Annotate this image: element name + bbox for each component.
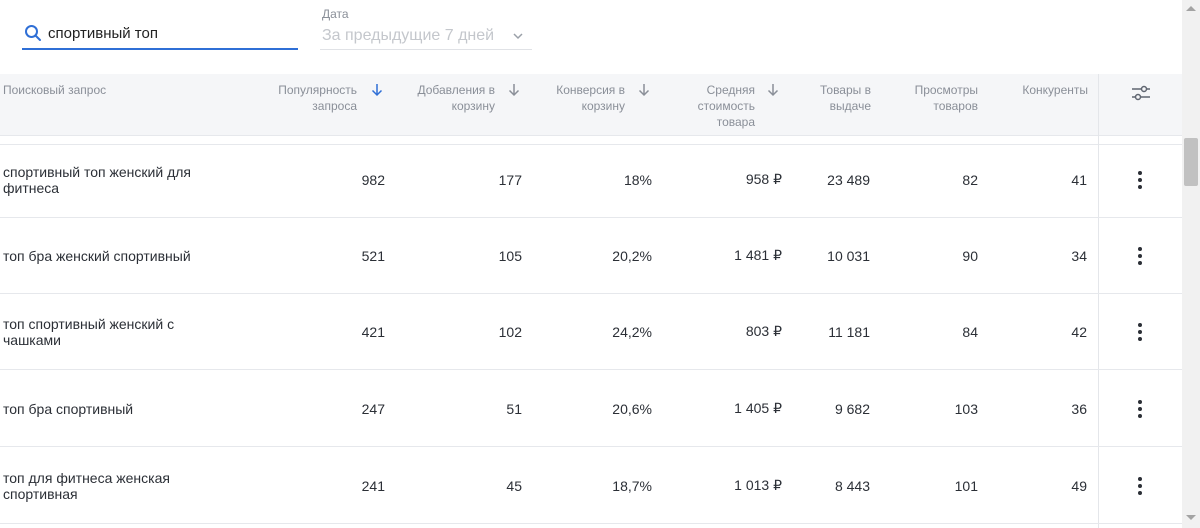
cell-cart-conversion: 20,6% [612, 400, 652, 417]
cell-cart-conversion: 18% [623, 171, 652, 188]
cell-avg-price: 1 013 ₽ [734, 477, 782, 493]
cell-query: топ для фитнеса женская спортивная [3, 469, 170, 502]
cell-avg-price: 803 ₽ [745, 323, 782, 339]
cell-popularity: 982 [361, 171, 385, 188]
date-select[interactable]: За предыдущие 7 дней [320, 22, 532, 50]
cell-competitors: 42 [1071, 323, 1087, 340]
cell-cart-conversion: 24,2% [612, 323, 652, 340]
cell-query: топ бра женский спортивный [3, 247, 191, 264]
table-row[interactable]: топ спортивный женский с чашками 421 102… [0, 294, 1182, 370]
cell-popularity: 241 [361, 477, 385, 494]
cell-cart-conversion: 18,7% [612, 477, 652, 494]
cell-views: 101 [954, 477, 978, 494]
cell-cart-adds: 45 [506, 477, 522, 494]
more-options-icon[interactable] [1134, 246, 1146, 266]
cell-views: 82 [962, 171, 978, 188]
table-row[interactable]: топ бра женский спортивный 521 105 20,2%… [0, 218, 1182, 294]
cell-products: 9 682 [834, 400, 870, 417]
column-header-products: Товары в выдаче [820, 83, 871, 113]
cell-products: 11 181 [828, 323, 870, 340]
sort-arrow-down-icon[interactable] [507, 83, 521, 97]
cell-cart-adds: 105 [498, 247, 522, 264]
more-options-icon[interactable] [1134, 476, 1146, 496]
cell-competitors: 41 [1071, 171, 1087, 188]
cell-popularity: 421 [361, 323, 385, 340]
cell-cart-adds: 51 [506, 400, 522, 417]
cell-popularity: 521 [361, 247, 385, 264]
column-header-views: Просмотры товаров [914, 83, 978, 113]
date-label: Дата [322, 7, 349, 21]
cell-popularity: 247 [361, 400, 385, 417]
column-header-cart-adds[interactable]: Добавления в корзину [404, 82, 495, 114]
cell-views: 90 [962, 247, 978, 264]
cell-cart-conversion: 20,2% [612, 247, 652, 264]
table-header: Поисковый запрос Популярность запроса До… [0, 74, 1182, 136]
search-queries-table: Поисковый запрос Популярность запроса До… [0, 74, 1182, 528]
search-field[interactable] [22, 14, 298, 50]
sort-arrow-down-icon[interactable] [370, 83, 384, 97]
cell-products: 8 443 [834, 477, 870, 494]
column-header-competitors: Конкуренты [1022, 83, 1088, 97]
cell-avg-price: 1 481 ₽ [734, 247, 782, 263]
table-row[interactable]: топ бра спортивный 247 51 20,6% 1 405 ₽ … [0, 371, 1182, 447]
cell-cart-adds: 177 [498, 171, 522, 188]
scrollbar-thumb[interactable] [1184, 138, 1198, 186]
cell-competitors: 36 [1071, 400, 1087, 417]
column-header-cart-conversion[interactable]: Конверсия в корзину [540, 82, 625, 114]
table-row[interactable]: спортивный топ женский для фитнеса 982 1… [0, 142, 1182, 218]
cell-cart-adds: 102 [498, 323, 522, 340]
table-row[interactable]: топ для фитнеса женская спортивная 241 4… [0, 448, 1182, 524]
search-input[interactable] [48, 22, 288, 44]
search-icon [25, 25, 41, 41]
chevron-down-icon [513, 33, 523, 40]
cell-query: спортивный топ женский для фитнеса [3, 163, 191, 196]
cell-products: 10 031 [827, 247, 870, 264]
scroll-up-arrow-icon[interactable] [1186, 6, 1196, 11]
scroll-down-arrow-icon[interactable] [1186, 515, 1196, 520]
cell-views: 84 [962, 323, 978, 340]
cell-competitors: 49 [1071, 477, 1087, 494]
sort-arrow-down-icon[interactable] [637, 83, 651, 97]
column-header-avg-price[interactable]: Средняя стоимость товара [680, 82, 755, 130]
cell-avg-price: 958 ₽ [745, 171, 782, 187]
column-settings-icon[interactable] [1131, 83, 1151, 103]
more-options-icon[interactable] [1134, 399, 1146, 419]
vertical-scrollbar[interactable] [1182, 0, 1200, 528]
cell-competitors: 34 [1071, 247, 1087, 264]
more-options-icon[interactable] [1134, 322, 1146, 342]
sort-arrow-down-icon[interactable] [766, 83, 780, 97]
cell-query: топ бра спортивный [3, 400, 134, 417]
cell-products: 23 489 [827, 171, 870, 188]
date-select-value: За предыдущие 7 дней [322, 27, 495, 44]
cell-avg-price: 1 405 ₽ [734, 400, 782, 416]
cell-views: 103 [954, 400, 978, 417]
cell-query: топ спортивный женский с чашками [3, 315, 175, 348]
column-header-query: Поисковый запрос [3, 83, 107, 97]
column-header-popularity[interactable]: Популярность запроса [262, 82, 357, 114]
more-options-icon[interactable] [1134, 170, 1146, 190]
